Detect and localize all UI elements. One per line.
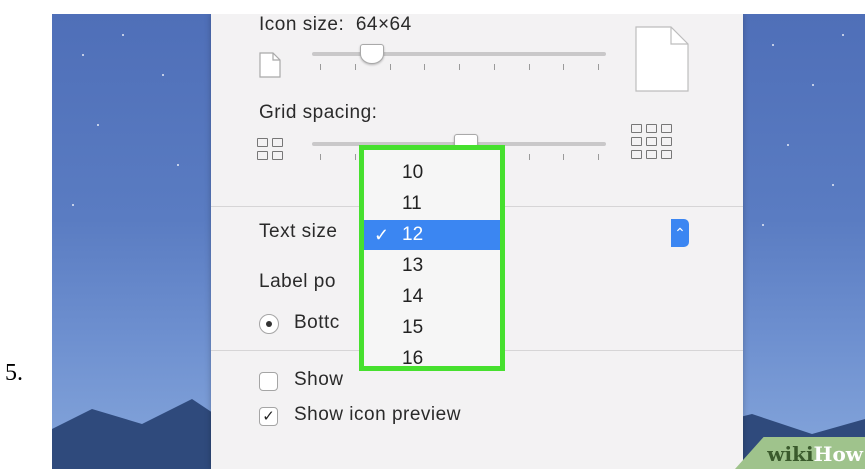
- desktop-star: [787, 144, 789, 146]
- label-position-label: Label po: [259, 271, 336, 292]
- grid-spacing-label: Grid spacing:: [259, 102, 378, 123]
- desktop-star: [82, 54, 84, 56]
- text-size-option-label: 12: [402, 224, 424, 245]
- slider-tick: [598, 64, 599, 70]
- slider-tick: [563, 154, 565, 160]
- icon-size-slider[interactable]: [312, 44, 606, 78]
- slider-tick: [459, 64, 460, 70]
- slider-tick: [563, 64, 565, 70]
- desktop-star: [162, 74, 164, 76]
- slider-tick: [320, 154, 321, 160]
- checkmark-icon: ✓: [374, 225, 390, 245]
- slider-tick: [598, 154, 599, 160]
- slider-tick: [389, 64, 391, 70]
- show-icon-preview-label: Show icon preview: [294, 404, 461, 425]
- show-icon-preview-checkbox[interactable]: ✓: [259, 407, 278, 426]
- large-grid-icon: [631, 124, 672, 159]
- large-document-icon: [635, 26, 689, 92]
- slider-tick: [424, 64, 426, 70]
- small-grid-icon: [257, 138, 283, 160]
- screenshot-illustration: Icon size: 64×64 Grid spacing: Text size…: [52, 14, 865, 469]
- desktop-star: [812, 84, 814, 86]
- slider-tick: [528, 64, 530, 70]
- desktop-star: [842, 34, 844, 36]
- show-item-info-label: Show: [294, 369, 344, 390]
- icon-size-label: Icon size: 64×64: [259, 14, 412, 35]
- text-size-option-15[interactable]: 15: [364, 313, 500, 343]
- slider-tick: [354, 154, 356, 160]
- text-size-option-11[interactable]: 11: [364, 189, 500, 219]
- text-size-option-14[interactable]: 14: [364, 282, 500, 312]
- text-size-option-label: 14: [402, 286, 424, 307]
- step-number: 5.: [5, 360, 23, 386]
- label-position-bottom-label: Bottc: [294, 312, 340, 333]
- text-size-option-16[interactable]: 16: [364, 344, 500, 374]
- desktop-star: [832, 184, 834, 186]
- text-size-option-label: 11: [402, 193, 422, 214]
- text-size-option-label: 13: [402, 255, 424, 276]
- slider-tick: [354, 64, 356, 70]
- text-size-option-label: 10: [402, 162, 424, 183]
- slider-tick: [528, 154, 530, 160]
- icon-size-value: 64×64: [355, 14, 412, 35]
- text-size-option-13[interactable]: 13: [364, 251, 500, 281]
- desktop-star: [72, 204, 74, 206]
- desktop-star: [177, 164, 179, 166]
- view-options-panel: Icon size: 64×64 Grid spacing: Text size…: [211, 14, 743, 469]
- text-size-popup-arrow[interactable]: ⌃: [671, 219, 689, 247]
- desktop-star: [772, 44, 774, 46]
- desktop-star: [122, 34, 124, 36]
- text-size-label: Text size: [259, 221, 338, 242]
- text-size-option-label: 16: [402, 348, 424, 369]
- desktop-star: [762, 224, 764, 226]
- text-size-dropdown-menu: 10 11 ✓ 12 13 14 15 16: [359, 145, 505, 371]
- icon-size-slider-knob[interactable]: [359, 44, 384, 64]
- small-document-icon: [259, 52, 281, 78]
- label-position-bottom-radio[interactable]: [259, 314, 279, 334]
- text-size-option-10[interactable]: 10: [364, 158, 500, 188]
- show-item-info-checkbox[interactable]: [259, 372, 278, 391]
- slider-tick: [493, 64, 495, 70]
- icon-size-slider-track: [312, 52, 606, 56]
- text-size-option-12[interactable]: ✓ 12: [364, 220, 500, 250]
- desktop-star: [97, 124, 99, 126]
- text-size-option-label: 15: [402, 317, 424, 338]
- slider-tick: [320, 64, 321, 70]
